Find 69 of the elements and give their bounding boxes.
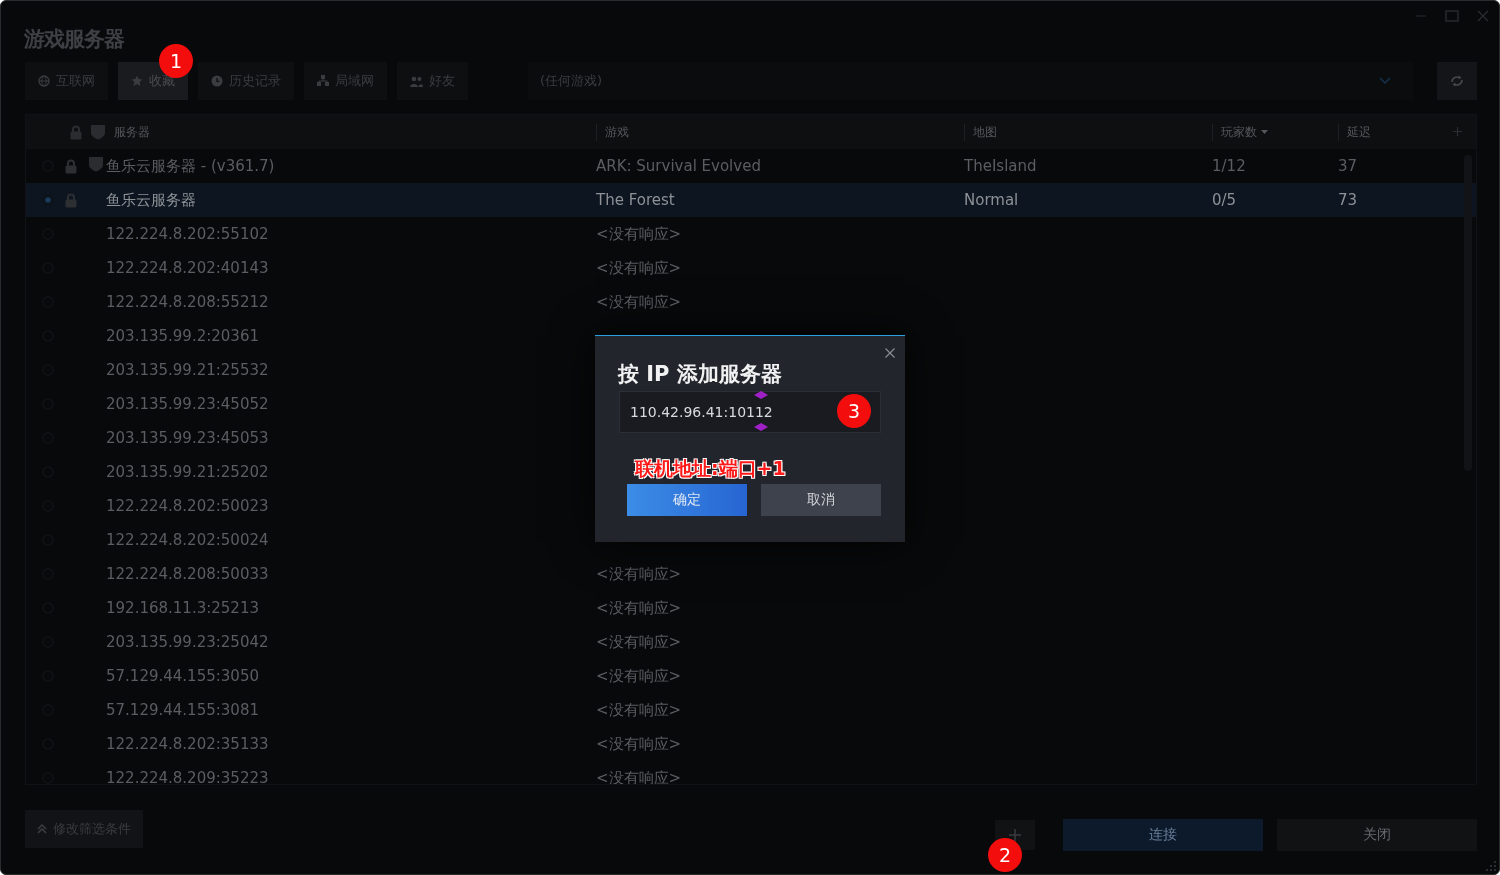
game-name: <没有响应>: [596, 258, 682, 277]
connect-button[interactable]: 连接: [1063, 819, 1263, 851]
server-name: 122.224.8.208:50033: [106, 565, 269, 583]
column-header[interactable]: 游戏: [605, 123, 629, 141]
refresh-icon: [1450, 75, 1464, 87]
clock-icon: [211, 75, 223, 87]
lock-icon: [70, 124, 82, 140]
dialog-title: 按 IP 添加服务器: [618, 361, 782, 388]
globe-icon: [38, 75, 50, 87]
server-name: 122.224.8.202:40143: [106, 259, 269, 277]
server-name: 122.224.8.202:50024: [106, 531, 269, 549]
game-name: <没有响应>: [596, 734, 682, 753]
sort-caret-icon: [1261, 130, 1268, 134]
game-name: The Forest: [596, 191, 675, 209]
server-name: 203.135.99.23:25042: [106, 633, 269, 651]
star-icon: [131, 75, 143, 87]
column-header[interactable]: 延迟: [1347, 123, 1371, 141]
radio-icon[interactable]: [42, 194, 54, 206]
server-name: 203.135.99.23:45052: [106, 395, 269, 413]
game-name: <没有响应>: [596, 564, 682, 583]
game-name: <没有响应>: [596, 666, 682, 685]
resize-grip-icon[interactable]: [1486, 861, 1496, 871]
server-name: 203.135.99.2:20361: [106, 327, 259, 345]
chevron-down-icon: [1379, 77, 1391, 85]
refresh-button[interactable]: [1437, 62, 1477, 100]
server-name: 192.168.11.3:25213: [106, 599, 259, 617]
game-name: <没有响应>: [596, 700, 682, 719]
annotation-text: 联机地址:端口+1: [635, 456, 786, 481]
confirm-button[interactable]: 确定: [627, 484, 747, 516]
server-name: 203.135.99.23:45053: [106, 429, 269, 447]
maximize-icon[interactable]: [1445, 10, 1459, 22]
cancel-button[interactable]: 取消: [761, 484, 881, 516]
add-column-icon[interactable]: [1453, 127, 1462, 136]
server-name: 203.135.99.21:25202: [106, 463, 269, 481]
column-header[interactable]: 服务器: [114, 123, 150, 141]
game-name: <没有响应>: [596, 224, 682, 243]
game-name: <没有响应>: [596, 292, 682, 311]
column-header[interactable]: 玩家数: [1221, 123, 1268, 141]
game-name: ARK: Survival Evolved: [596, 157, 761, 175]
window-title: 游戏服务器: [24, 26, 124, 53]
people-icon: [410, 75, 423, 87]
server-name: 57.129.44.155:3081: [106, 701, 259, 719]
server-name: 122.224.8.208:55212: [106, 293, 269, 311]
double-chevron-up-icon: [37, 824, 47, 834]
column-header[interactable]: 地图: [973, 123, 997, 141]
network-icon: [317, 75, 329, 87]
map-name: TheIsland: [964, 157, 1037, 175]
server-name: 57.129.44.155:3050: [106, 667, 259, 685]
step-marker-tooltip: 2: [988, 838, 1022, 872]
shield-icon: [90, 124, 106, 140]
player-count: 1/12: [1212, 157, 1246, 175]
game-name: <没有响应>: [596, 768, 682, 784]
plus-icon: [1009, 829, 1021, 841]
server-name: 鱼乐云服务器: [106, 190, 196, 209]
server-name: 鱼乐云服务器 - (v361.7): [106, 156, 275, 175]
step-marker-tooltip: 1: [159, 44, 193, 78]
player-count: 0/5: [1212, 191, 1237, 209]
close-button[interactable]: 关闭: [1277, 819, 1477, 851]
server-name: 122.224.8.202:35133: [106, 735, 269, 753]
game-name: <没有响应>: [596, 598, 682, 617]
close-icon[interactable]: [885, 348, 895, 358]
ping-value: 73: [1338, 191, 1358, 209]
server-name: 203.135.99.21:25532: [106, 361, 269, 379]
ping-value: 37: [1338, 157, 1358, 175]
server-name: 122.224.8.202:50023: [106, 497, 269, 515]
map-name: Normal: [964, 191, 1019, 209]
game-name: <没有响应>: [596, 632, 682, 651]
server-name: 122.224.8.209:35223: [106, 769, 269, 784]
server-name: 122.224.8.202:55102: [106, 225, 269, 243]
